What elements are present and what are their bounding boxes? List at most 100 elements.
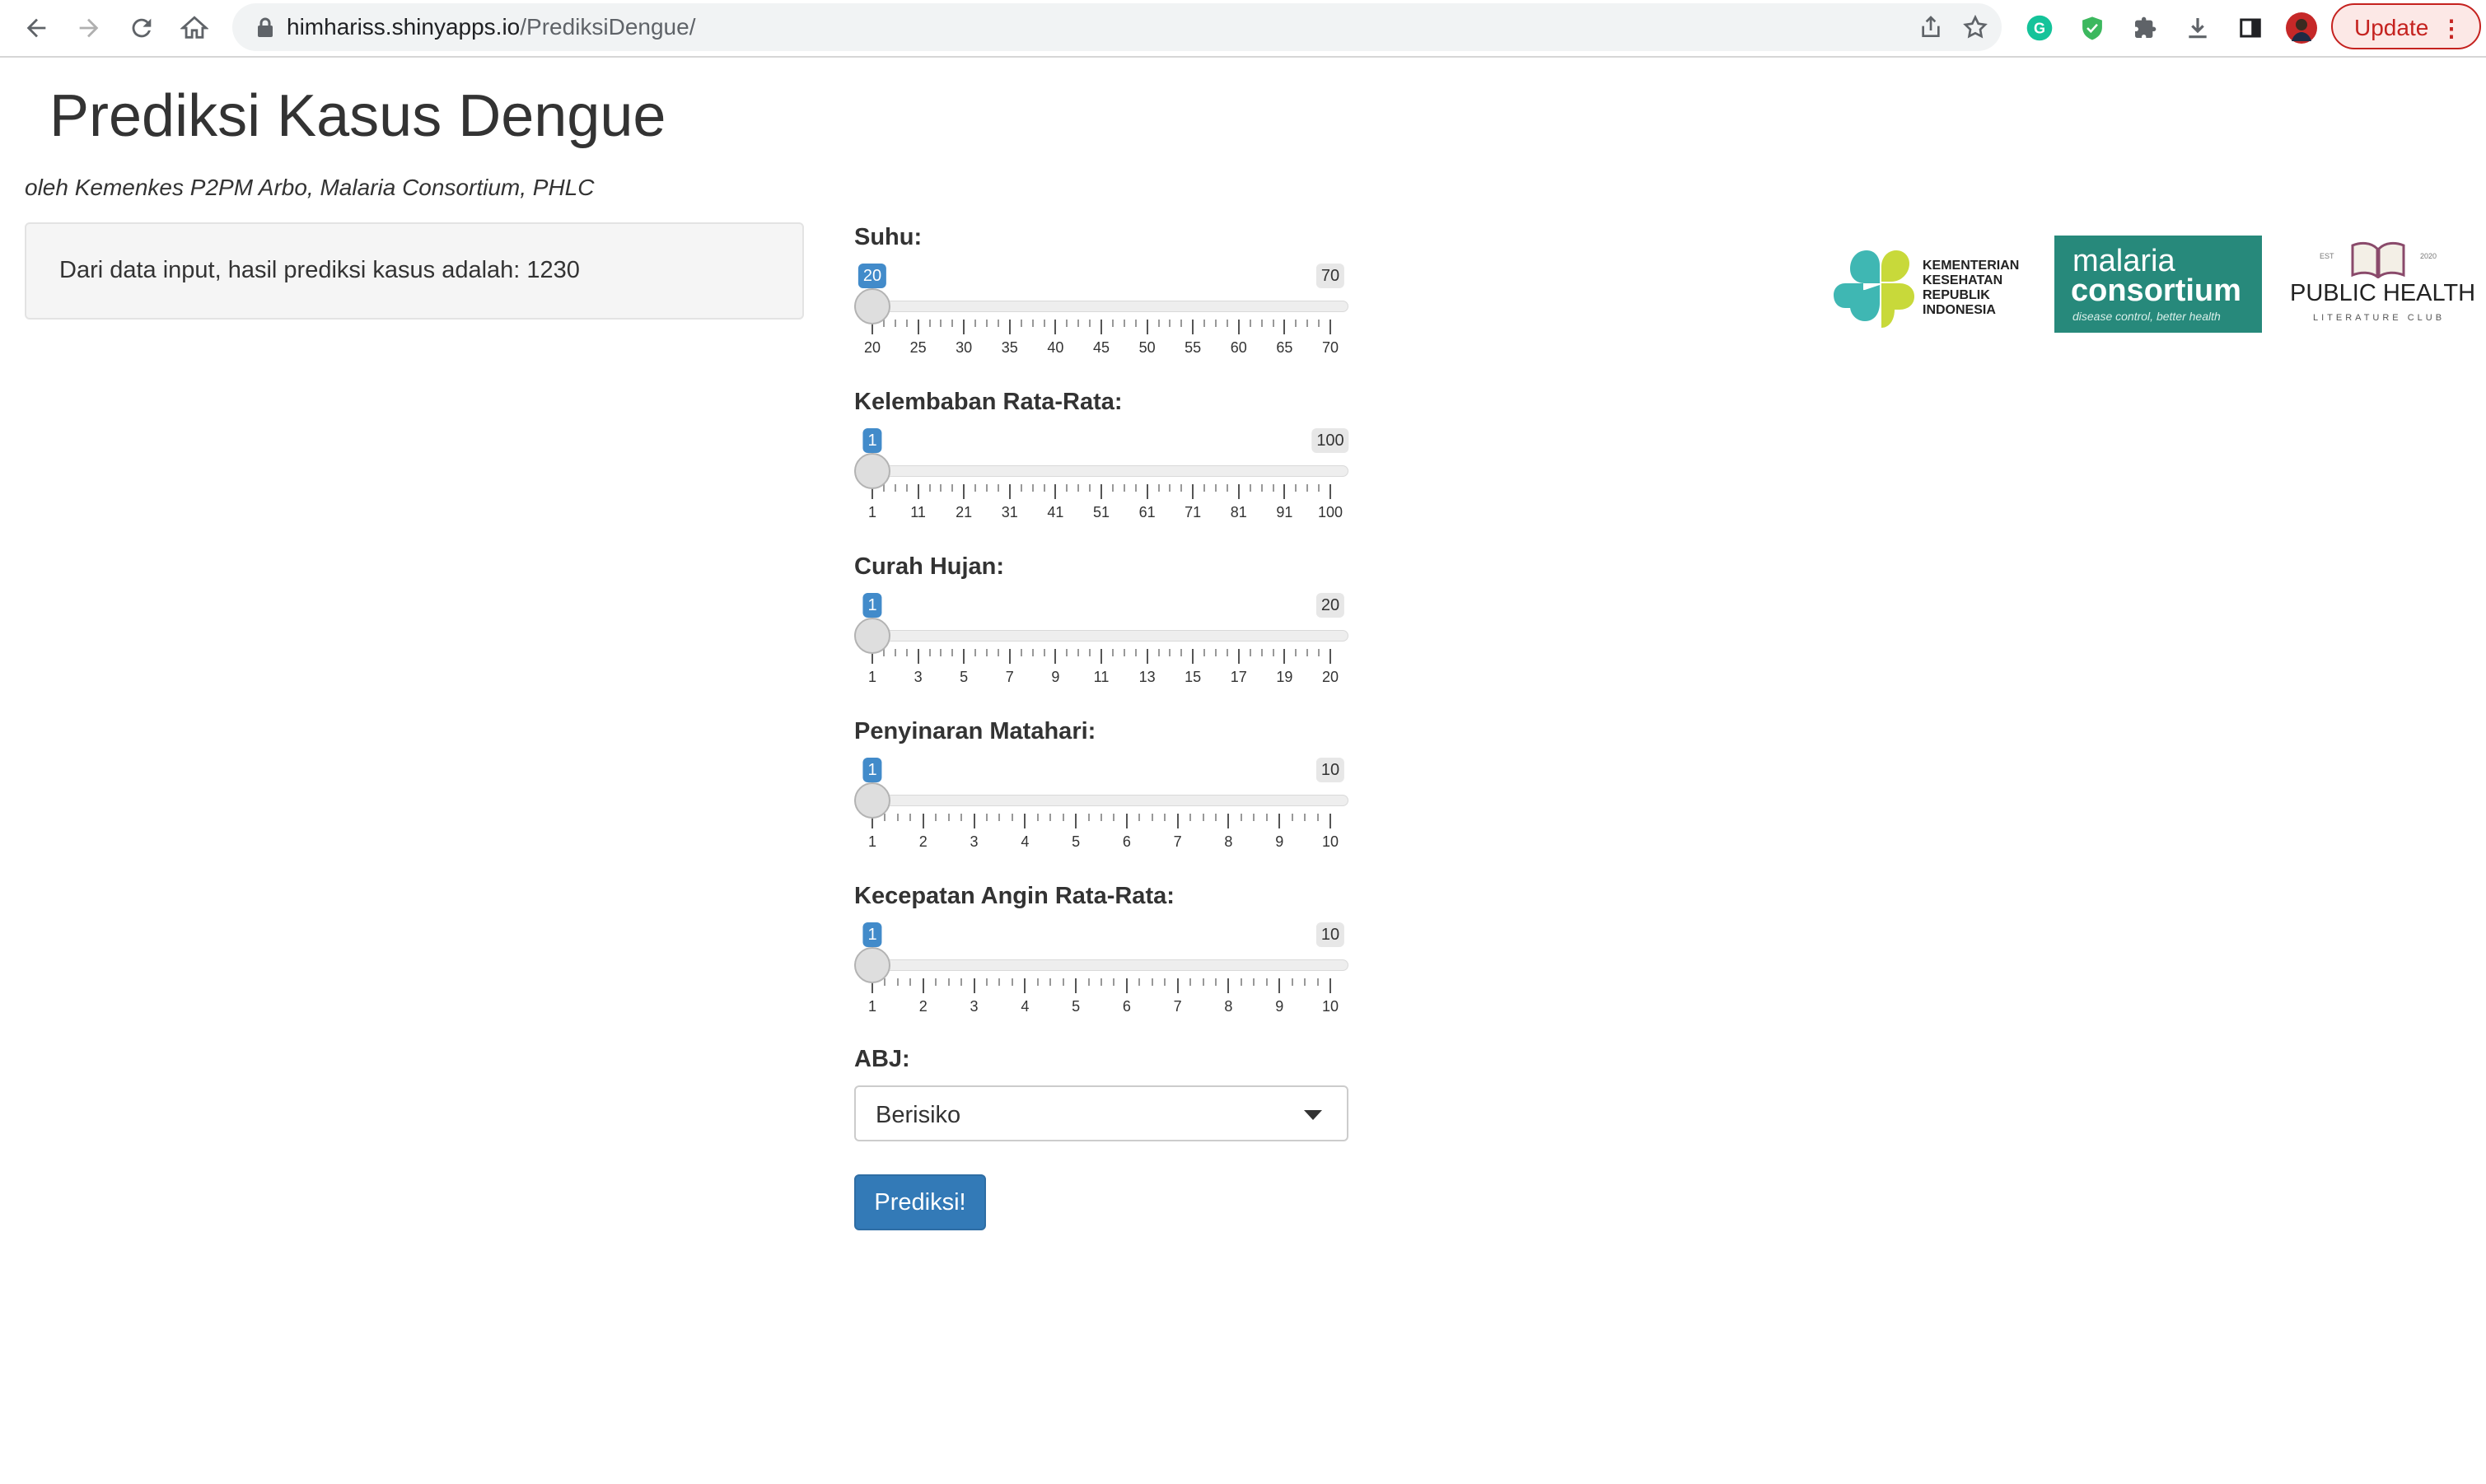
slider-tick-label: 6 xyxy=(1122,833,1131,850)
slider-minor-tick xyxy=(940,649,942,656)
slider-tick xyxy=(963,320,965,334)
home-button[interactable] xyxy=(175,8,214,48)
slider-tick-label: 10 xyxy=(1321,833,1339,850)
slider-handle[interactable] xyxy=(854,618,890,654)
slider-tick xyxy=(1278,978,1281,993)
predict-button[interactable]: Prediksi! xyxy=(854,1174,986,1230)
shield-extension-icon[interactable] xyxy=(2076,12,2109,44)
slider-tick-label: 70 xyxy=(1321,339,1339,356)
slider-tick xyxy=(917,484,919,499)
share-icon[interactable] xyxy=(1918,14,1944,40)
prediction-result-text: Dari data input, hasil prediksi kasus ad… xyxy=(59,257,580,283)
slider-tick-label: 45 xyxy=(1092,339,1110,356)
extensions-puzzle-icon[interactable] xyxy=(2129,12,2161,44)
slider-1: Suhu: 70 20 20 25 30 35 40 45 50 55 60 65 70 xyxy=(854,224,1348,372)
slider-minor-tick xyxy=(909,978,912,986)
slider-handle[interactable] xyxy=(854,782,890,819)
slider-minor-tick xyxy=(1249,484,1251,492)
slider-tick xyxy=(1227,814,1230,828)
slider-handle[interactable] xyxy=(854,947,890,983)
malaria-logo-tagline: disease control, better health xyxy=(2072,310,2221,323)
slider-track[interactable] xyxy=(854,959,1348,971)
slider-minor-tick xyxy=(1295,320,1297,327)
slider-tick xyxy=(973,978,975,993)
slider-track[interactable] xyxy=(854,795,1348,806)
bookmark-star-icon[interactable] xyxy=(1962,14,1988,40)
slider-minor-tick xyxy=(894,484,896,492)
slider-minor-tick xyxy=(928,320,931,327)
forward-button[interactable] xyxy=(69,8,109,48)
download-icon[interactable] xyxy=(2181,12,2214,44)
slider-tick-label: 13 xyxy=(1138,669,1156,685)
slider-minor-tick xyxy=(909,814,912,821)
url-host: himhariss.shinyapps.io xyxy=(287,14,521,40)
page-subtitle: oleh Kemenkes P2PM Arbo, Malaria Consort… xyxy=(25,175,595,200)
side-panel-icon[interactable] xyxy=(2234,12,2267,44)
address-bar[interactable]: himhariss.shinyapps.io/PrediksiDengue/ xyxy=(232,3,2002,51)
slider-minor-tick xyxy=(997,484,999,492)
slider-tick xyxy=(1283,649,1286,664)
reload-button[interactable] xyxy=(122,8,161,48)
update-button[interactable]: Update ⋮ xyxy=(2331,3,2481,49)
slider-tick xyxy=(1146,320,1148,334)
slider-minor-tick xyxy=(1316,814,1319,821)
slider-tick-label: 11 xyxy=(1093,669,1110,685)
slider-minor-tick xyxy=(1111,484,1114,492)
slider-minor-tick xyxy=(1077,484,1080,492)
abj-select[interactable]: Berisiko xyxy=(854,1085,1348,1141)
slider-minor-tick xyxy=(1169,484,1171,492)
kemenkes-logo: KEMENTERIAN KESEHATAN REPUBLIK INDONESIA xyxy=(1830,244,2028,334)
slider-minor-tick xyxy=(1164,814,1166,821)
slider-tick xyxy=(917,320,919,334)
browser-toolbar: himhariss.shinyapps.io/PrediksiDengue/ G… xyxy=(0,0,2486,58)
slider-tick-label: 21 xyxy=(956,504,973,520)
slider-minor-tick xyxy=(1036,978,1039,986)
slider-tick-label: 91 xyxy=(1276,504,1293,520)
slider-tick-label: 9 xyxy=(1275,833,1284,850)
slider-minor-tick xyxy=(1066,320,1068,327)
slider-minor-tick xyxy=(1265,978,1268,986)
slider-track[interactable] xyxy=(854,301,1348,312)
slider-tick xyxy=(1237,320,1240,334)
slider-tick-label: 30 xyxy=(956,339,973,356)
slider-handle[interactable] xyxy=(854,453,890,489)
slider-tick-label: 65 xyxy=(1276,339,1293,356)
slider-tick-label: 6 xyxy=(1122,998,1131,1015)
caret-down-icon xyxy=(1304,1110,1322,1120)
slider-handle[interactable] xyxy=(854,288,890,324)
slider-minor-tick xyxy=(1113,978,1115,986)
grammarly-extension-icon[interactable]: G xyxy=(2023,12,2056,44)
slider-minor-tick xyxy=(940,484,942,492)
slider-3: Curah Hujan: 20 1 1 3 5 7 9 11 13 15 17 19 20 xyxy=(854,553,1348,702)
slider-tick-label: 5 xyxy=(1072,833,1081,850)
slider-tick xyxy=(1024,814,1026,828)
slider-track[interactable] xyxy=(854,465,1348,477)
slider-tick-label: 100 xyxy=(1317,504,1343,520)
slider-tick xyxy=(1329,814,1331,828)
back-button[interactable] xyxy=(16,8,56,48)
slider-max-badge: 10 xyxy=(1315,922,1345,947)
slider-minor-tick xyxy=(1203,320,1206,327)
slider-minor-tick xyxy=(1043,649,1045,656)
slider-tick-label: 8 xyxy=(1224,998,1233,1015)
slider-minor-tick xyxy=(1272,649,1274,656)
slider-minor-tick xyxy=(935,978,937,986)
slider-minor-tick xyxy=(1215,484,1217,492)
slider-minor-tick xyxy=(1111,320,1114,327)
slider-max-badge: 10 xyxy=(1315,758,1345,782)
slider-minor-tick xyxy=(951,484,954,492)
slider-minor-tick xyxy=(1169,649,1171,656)
slider-minor-tick xyxy=(1087,814,1090,821)
slider-tick xyxy=(1192,320,1194,334)
slider-minor-tick xyxy=(1226,320,1228,327)
malaria-consortium-logo: malaria consortium disease control, bett… xyxy=(2054,236,2262,333)
slider-minor-tick xyxy=(997,320,999,327)
slider-minor-tick xyxy=(986,320,988,327)
slider-track[interactable] xyxy=(854,630,1348,642)
slider-tick xyxy=(1100,320,1102,334)
slider-minor-tick xyxy=(1157,320,1160,327)
slider-tick xyxy=(1100,484,1102,499)
profile-avatar[interactable] xyxy=(2285,12,2318,44)
slider-minor-tick xyxy=(940,320,942,327)
slider-minor-tick xyxy=(1134,649,1137,656)
